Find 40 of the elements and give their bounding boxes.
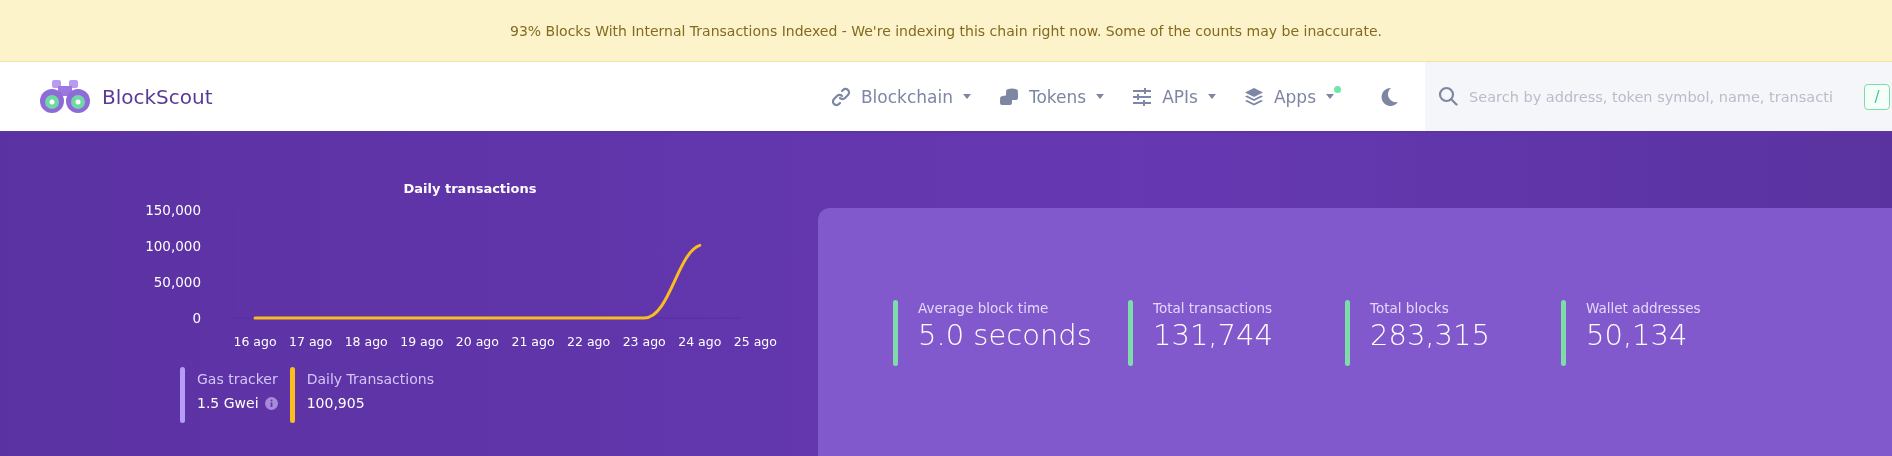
stat-value: 283,315 — [1370, 318, 1490, 352]
info-icon[interactable] — [264, 396, 278, 410]
nav-menu[interactable]: Blockchain — [830, 86, 971, 107]
stat-label: Total transactions — [1153, 300, 1273, 316]
stat-label: Total blocks — [1370, 300, 1450, 316]
x-tick-label: 16 ago — [233, 334, 277, 349]
chart-title: Daily transactions — [403, 181, 537, 196]
y-tick-label: 50,000 — [153, 274, 201, 290]
stat-value: 5.0 seconds — [918, 318, 1092, 352]
stat-value: 131,744 — [1153, 318, 1273, 352]
stat-label: Average block time — [918, 300, 1050, 316]
link-icon — [830, 86, 851, 107]
legend-value: 1.5 Gwei — [197, 395, 259, 411]
x-tick-label: 24 ago — [678, 334, 722, 349]
x-tick-label: 25 ago — [733, 334, 777, 349]
x-tick-label: 18 ago — [344, 334, 388, 349]
x-tick-label: 23 ago — [622, 334, 666, 349]
stat-value: 50,134 — [1586, 318, 1689, 352]
coins-icon — [998, 86, 1019, 107]
x-tick-label: 21 ago — [511, 334, 555, 349]
legend-label: Daily Transactions — [306, 371, 434, 387]
x-tick-label: 22 ago — [567, 334, 611, 349]
legend-label: Gas tracker — [197, 371, 278, 387]
x-tick-label: 19 ago — [400, 334, 444, 349]
legend-value: 100,905 — [306, 395, 365, 411]
moon-icon[interactable] — [1379, 86, 1399, 107]
y-tick-label: 150,000 — [145, 202, 201, 218]
y-tick-label: 100,000 — [145, 238, 201, 254]
shortcut-key: / — [1864, 84, 1890, 110]
binoculars-logo-icon — [40, 79, 90, 114]
y-tick-label: 0 — [192, 310, 201, 326]
stat-label: Wallet addresses — [1586, 300, 1701, 316]
logo-text: BlockScout — [102, 84, 213, 109]
indexing-notice: 93% Blocks With Internal Transactions Indexed - We're indexing this chain right now. Some of the counts may be inaccurate. — [510, 22, 1382, 39]
sliders-icon — [1132, 86, 1153, 107]
x-tick-label: 20 ago — [455, 334, 499, 349]
x-tick-label: 17 ago — [289, 334, 333, 349]
nav-menu[interactable]: APIs — [1132, 86, 1216, 107]
layers-icon — [1243, 86, 1264, 107]
nav-menu[interactable]: Tokens — [998, 86, 1105, 107]
